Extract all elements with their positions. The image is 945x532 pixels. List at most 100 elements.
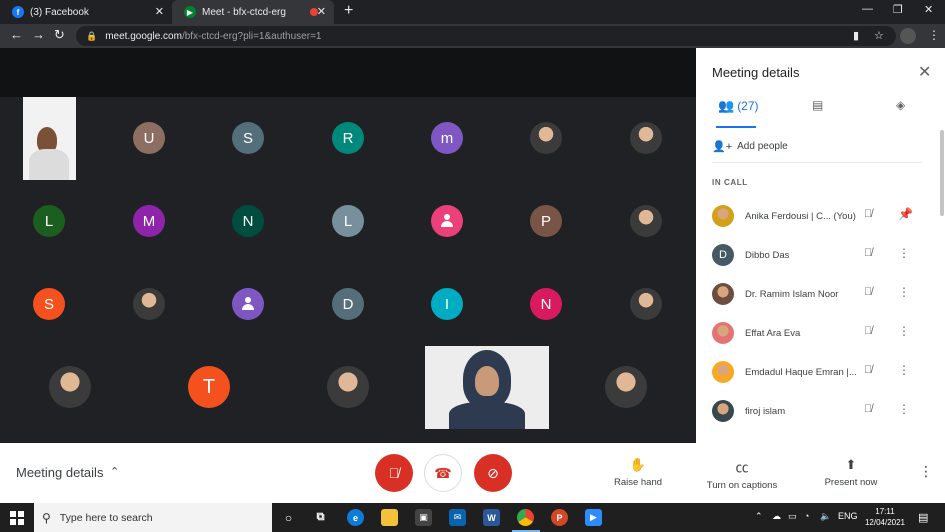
taskbar-clock[interactable]: 17:11 12/04/2021 bbox=[862, 506, 908, 528]
tray-chevron-icon[interactable]: ⌃ bbox=[755, 511, 763, 522]
store-icon[interactable]: ▣ bbox=[415, 509, 432, 526]
network-icon[interactable]: ◔ bbox=[804, 511, 809, 521]
restore-icon[interactable]: ❐ bbox=[893, 3, 903, 16]
participant-photo[interactable] bbox=[630, 122, 662, 154]
tab-people[interactable]: 👥 (27) bbox=[718, 98, 759, 114]
mic-off-icon[interactable]: 🎙̸ bbox=[864, 325, 872, 337]
raise-hand-button[interactable]: ✋ Raise hand bbox=[610, 457, 666, 488]
zoom-icon[interactable]: ▶ bbox=[585, 509, 602, 526]
in-call-heading: IN CALL bbox=[712, 178, 748, 187]
powerpoint-icon[interactable]: P bbox=[551, 509, 568, 526]
participant-avatar bbox=[712, 322, 734, 344]
minimize-icon[interactable]: — bbox=[862, 3, 873, 15]
close-tab-icon[interactable]: ✕ bbox=[155, 5, 164, 18]
participant-avatar[interactable]: S bbox=[33, 288, 65, 320]
participant-photo[interactable] bbox=[630, 288, 662, 320]
participant-row[interactable]: Anika Ferdousi | C... (You) 🎙̸ 📌 bbox=[712, 201, 922, 231]
panel-scrollbar[interactable] bbox=[940, 130, 944, 216]
participant-avatar[interactable]: P bbox=[530, 205, 562, 237]
participant-photo[interactable] bbox=[605, 366, 647, 408]
participant-photo[interactable] bbox=[133, 288, 165, 320]
participant-avatar[interactable]: T bbox=[188, 366, 230, 408]
chevron-up-icon[interactable]: ⌃ bbox=[110, 465, 119, 478]
participant-avatar[interactable]: m bbox=[431, 122, 463, 154]
browser-menu-icon[interactable]: ⋮ bbox=[928, 28, 940, 42]
camera-in-use-icon[interactable]: ▮ bbox=[853, 29, 859, 42]
tab-facebook[interactable]: f (3) Facebook ✕ bbox=[0, 0, 172, 24]
mail-icon[interactable]: ✉ bbox=[449, 509, 466, 526]
chrome-icon[interactable] bbox=[517, 509, 534, 526]
participant-avatar[interactable]: U bbox=[133, 122, 165, 154]
profile-avatar[interactable] bbox=[900, 28, 916, 44]
volume-icon[interactable]: 🔈 bbox=[820, 511, 831, 522]
bookmark-star-icon[interactable]: ☆ bbox=[874, 29, 884, 42]
participant-avatar[interactable]: L bbox=[33, 205, 65, 237]
address-bar[interactable]: 🔒 meet.google.com/bfx-ctcd-erg?pli=1&aut… bbox=[76, 26, 896, 46]
camera-off-button[interactable]: ⊘ bbox=[474, 454, 512, 492]
edge-icon[interactable]: e bbox=[347, 509, 364, 526]
participant-row[interactable]: D Dibbo Das 🎙̸ ⋮ bbox=[712, 240, 922, 270]
taskbar-search[interactable]: ⚲ Type here to search bbox=[34, 503, 272, 532]
mic-off-icon[interactable]: 🎙̸ bbox=[864, 403, 872, 415]
participant-avatar[interactable]: S bbox=[232, 122, 264, 154]
participant-avatar[interactable]: N bbox=[232, 205, 264, 237]
word-icon[interactable]: W bbox=[483, 509, 500, 526]
file-explorer-icon[interactable] bbox=[381, 509, 398, 526]
language-indicator[interactable]: ENG bbox=[838, 511, 858, 521]
windows-start-icon[interactable] bbox=[10, 511, 24, 525]
participant-name: Dibbo Das bbox=[745, 249, 790, 261]
mic-off-icon[interactable]: 🎙̸ bbox=[864, 208, 872, 220]
task-view-icon[interactable]: ⧉ bbox=[312, 509, 329, 526]
meeting-details-button[interactable]: Meeting details bbox=[16, 465, 103, 480]
more-icon[interactable]: ⋮ bbox=[898, 402, 910, 416]
participant-avatar[interactable]: M bbox=[133, 205, 165, 237]
tab-chat[interactable]: ▤ bbox=[812, 98, 823, 112]
participant-video[interactable] bbox=[425, 346, 549, 429]
participant-photo[interactable] bbox=[49, 366, 91, 408]
participant-row[interactable]: Dr. Ramim Islam Noor 🎙̸ ⋮ bbox=[712, 279, 922, 309]
mic-off-icon[interactable]: 🎙̸ bbox=[864, 364, 872, 376]
browser-toolbar: ← → ↻ 🔒 meet.google.com/bfx-ctcd-erg?pli… bbox=[0, 24, 945, 48]
participant-video[interactable] bbox=[23, 97, 76, 180]
present-now-button[interactable]: ⬆ Present now bbox=[818, 457, 884, 488]
add-people-label: Add people bbox=[737, 141, 788, 152]
participant-photo[interactable] bbox=[530, 122, 562, 154]
tab-activities[interactable]: ◈ bbox=[896, 98, 905, 112]
more-options-icon[interactable]: ⋮ bbox=[919, 463, 933, 480]
add-people-button[interactable]: 👤+ Add people bbox=[712, 140, 788, 153]
battery-icon[interactable]: ▭ bbox=[788, 511, 797, 522]
participant-avatar[interactable] bbox=[431, 205, 463, 237]
mic-off-icon[interactable]: 🎙̸ bbox=[864, 247, 872, 259]
back-icon[interactable]: ← bbox=[10, 27, 23, 42]
reload-icon[interactable]: ↻ bbox=[54, 27, 65, 43]
participant-row[interactable]: firoj islam 🎙̸ ⋮ bbox=[712, 396, 922, 426]
mic-off-button[interactable]: 🎙̸ bbox=[375, 454, 413, 492]
participant-avatar[interactable]: R bbox=[332, 122, 364, 154]
captions-button[interactable]: ㏄ Turn on captions bbox=[700, 457, 784, 491]
participant-row[interactable]: Effat Ara Eva 🎙̸ ⋮ bbox=[712, 318, 922, 348]
forward-icon[interactable]: → bbox=[32, 27, 45, 42]
participant-avatar[interactable]: N bbox=[530, 288, 562, 320]
participant-avatar[interactable]: D bbox=[332, 288, 364, 320]
more-icon[interactable]: ⋮ bbox=[898, 363, 910, 377]
leave-call-button[interactable]: ☎ bbox=[424, 454, 462, 492]
participant-row[interactable]: Emdadul Haque Emran |... 🎙̸ ⋮ bbox=[712, 357, 922, 387]
more-icon[interactable]: ⋮ bbox=[898, 324, 910, 338]
more-icon[interactable]: ⋮ bbox=[898, 285, 910, 299]
notifications-icon[interactable]: ▤ bbox=[918, 511, 928, 524]
participant-avatar[interactable]: L bbox=[332, 205, 364, 237]
pin-icon[interactable]: 📌 bbox=[898, 207, 913, 221]
new-tab-button[interactable]: + bbox=[344, 2, 353, 20]
window-close-icon[interactable]: ✕ bbox=[924, 3, 933, 16]
close-tab-icon[interactable]: ✕ bbox=[317, 5, 326, 18]
mic-off-icon[interactable]: 🎙̸ bbox=[864, 286, 872, 298]
participant-photo[interactable] bbox=[630, 205, 662, 237]
more-icon[interactable]: ⋮ bbox=[898, 246, 910, 260]
onedrive-icon[interactable]: ☁ bbox=[772, 511, 781, 522]
participant-avatar[interactable] bbox=[232, 288, 264, 320]
tab-meet[interactable]: ▶ Meet - bfx-ctcd-erg ✕ bbox=[172, 0, 334, 24]
cortana-icon[interactable]: ○ bbox=[280, 509, 297, 526]
participant-avatar[interactable]: I bbox=[431, 288, 463, 320]
close-panel-icon[interactable]: ✕ bbox=[918, 62, 931, 82]
participant-photo[interactable] bbox=[327, 366, 369, 408]
